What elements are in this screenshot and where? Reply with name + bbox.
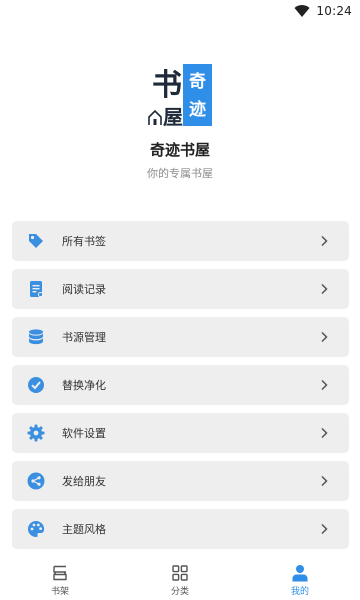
grid-icon xyxy=(172,564,188,581)
menu-item-label: 主题风格 xyxy=(62,523,106,536)
menu-item-label: 替换净化 xyxy=(62,379,106,392)
menu-item-app-settings[interactable]: 软件设置 xyxy=(12,413,349,453)
menu-item-label: 阅读记录 xyxy=(62,283,106,296)
logo-char-shu: 书 xyxy=(152,68,182,103)
menu-item-bookmarks[interactable]: 所有书签 xyxy=(12,221,349,261)
status-bar: 10:24 xyxy=(0,0,360,22)
menu-item-label: 所有书签 xyxy=(62,235,106,248)
gear-icon xyxy=(26,423,46,443)
database-icon xyxy=(26,327,46,347)
app-subtitle: 你的专属书屋 xyxy=(147,167,213,180)
share-icon xyxy=(26,471,46,491)
logo-char-ji: 迹 xyxy=(189,99,206,120)
check-circle-icon xyxy=(26,375,46,395)
menu-item-share-friends[interactable]: 发给朋友 xyxy=(12,461,349,501)
book-house-logo: 奇 迹 书 屋 xyxy=(148,64,212,129)
palette-icon xyxy=(26,519,46,539)
document-icon xyxy=(26,279,46,299)
bookshelf-icon xyxy=(53,565,67,580)
menu-item-label: 软件设置 xyxy=(62,427,106,440)
status-time: 10:24 xyxy=(316,4,352,18)
bottom-tab-bar: 书架 分类 我的 xyxy=(0,560,360,600)
chevron-right-icon xyxy=(321,379,328,391)
logo-char-wu: 屋 xyxy=(163,105,183,128)
chevron-right-icon xyxy=(321,235,328,247)
tag-icon xyxy=(26,231,46,251)
tab-mine[interactable]: 我的 xyxy=(240,560,360,600)
logo-char-qi: 奇 xyxy=(189,71,206,92)
chevron-right-icon xyxy=(321,523,328,535)
settings-menu: 所有书签 阅读记录 书源管理 替换净化 软件设置 发给朋友 主题风格 xyxy=(12,221,349,557)
tab-label: 分类 xyxy=(170,586,189,597)
person-icon xyxy=(292,564,308,581)
menu-item-source-management[interactable]: 书源管理 xyxy=(12,317,349,357)
menu-item-replace-purify[interactable]: 替换净化 xyxy=(12,365,349,405)
app-title: 奇迹书屋 xyxy=(149,141,210,159)
chevron-right-icon xyxy=(321,427,328,439)
app-logo: 奇 迹 书 屋 xyxy=(145,64,215,129)
menu-item-theme-style[interactable]: 主题风格 xyxy=(12,509,349,549)
menu-item-label: 发给朋友 xyxy=(62,475,106,488)
tab-label: 我的 xyxy=(290,586,309,597)
menu-item-label: 书源管理 xyxy=(62,331,106,344)
chevron-right-icon xyxy=(321,475,328,487)
chevron-right-icon xyxy=(321,283,328,295)
chevron-right-icon xyxy=(321,331,328,343)
tab-bookshelf[interactable]: 书架 xyxy=(0,560,120,600)
tab-label: 书架 xyxy=(50,586,69,597)
menu-item-reading-history[interactable]: 阅读记录 xyxy=(12,269,349,309)
tab-category[interactable]: 分类 xyxy=(120,560,240,600)
wifi-icon xyxy=(294,5,310,17)
